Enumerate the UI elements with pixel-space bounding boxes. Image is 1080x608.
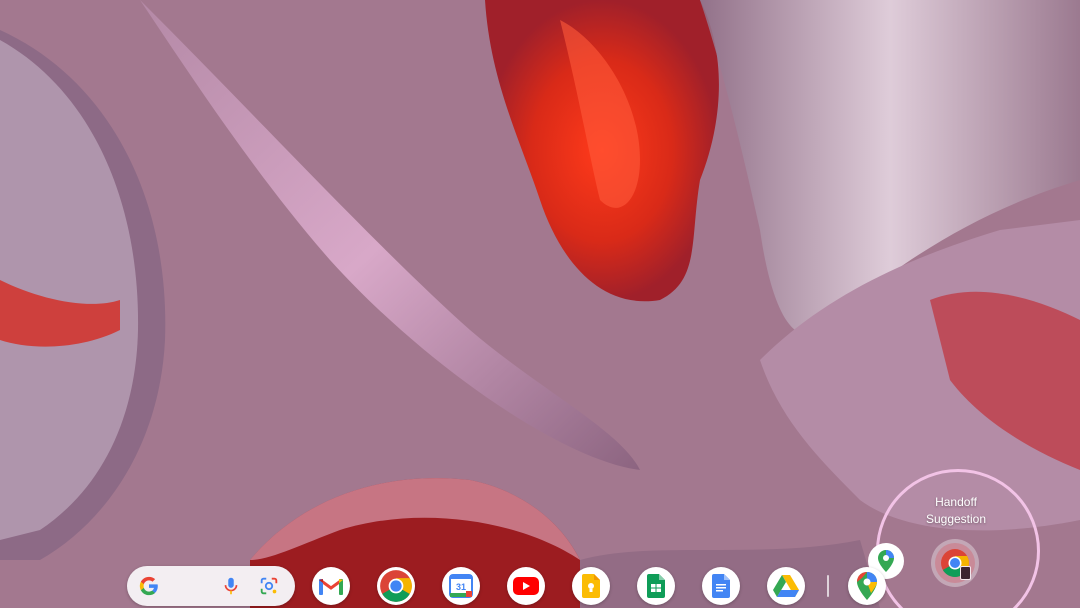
- shelf-app-calendar[interactable]: 31: [442, 567, 480, 605]
- launcher-search-box[interactable]: [127, 566, 295, 606]
- docs-icon: [712, 574, 730, 598]
- calendar-icon: 31: [449, 574, 473, 598]
- shelf-app-chrome[interactable]: [377, 567, 415, 605]
- phone-badge-icon: [960, 566, 971, 580]
- sheets-icon: [647, 574, 665, 598]
- microphone-icon[interactable]: [220, 575, 242, 597]
- shelf-app-keep[interactable]: [572, 567, 610, 605]
- handoff-label-line1: Handoff: [935, 495, 977, 509]
- shelf-app-gmail[interactable]: [312, 567, 350, 605]
- calendar-date: 31: [456, 582, 466, 592]
- google-lens-icon[interactable]: [258, 575, 280, 597]
- desktop: Handoff Suggestion 31: [0, 0, 1080, 608]
- shelf-app-drive[interactable]: [767, 567, 805, 605]
- shelf-app-maps[interactable]: [848, 567, 886, 605]
- drive-icon: [773, 575, 799, 597]
- shelf-app-docs[interactable]: [702, 567, 740, 605]
- handoff-suggestion-button[interactable]: [931, 539, 979, 587]
- gmail-icon: [319, 578, 343, 595]
- handoff-suggestion-label: Handoff Suggestion: [896, 494, 1016, 528]
- maps-icon: [857, 572, 877, 600]
- shelf-app-sheets[interactable]: [637, 567, 675, 605]
- chrome-icon: [380, 570, 412, 602]
- handoff-label-line2: Suggestion: [925, 512, 987, 526]
- shelf-divider: [827, 575, 829, 597]
- google-g-icon: [139, 576, 158, 596]
- handoff-chrome-container: [935, 543, 975, 583]
- youtube-icon: [513, 577, 539, 595]
- keep-icon: [582, 574, 600, 598]
- shelf-app-youtube[interactable]: [507, 567, 545, 605]
